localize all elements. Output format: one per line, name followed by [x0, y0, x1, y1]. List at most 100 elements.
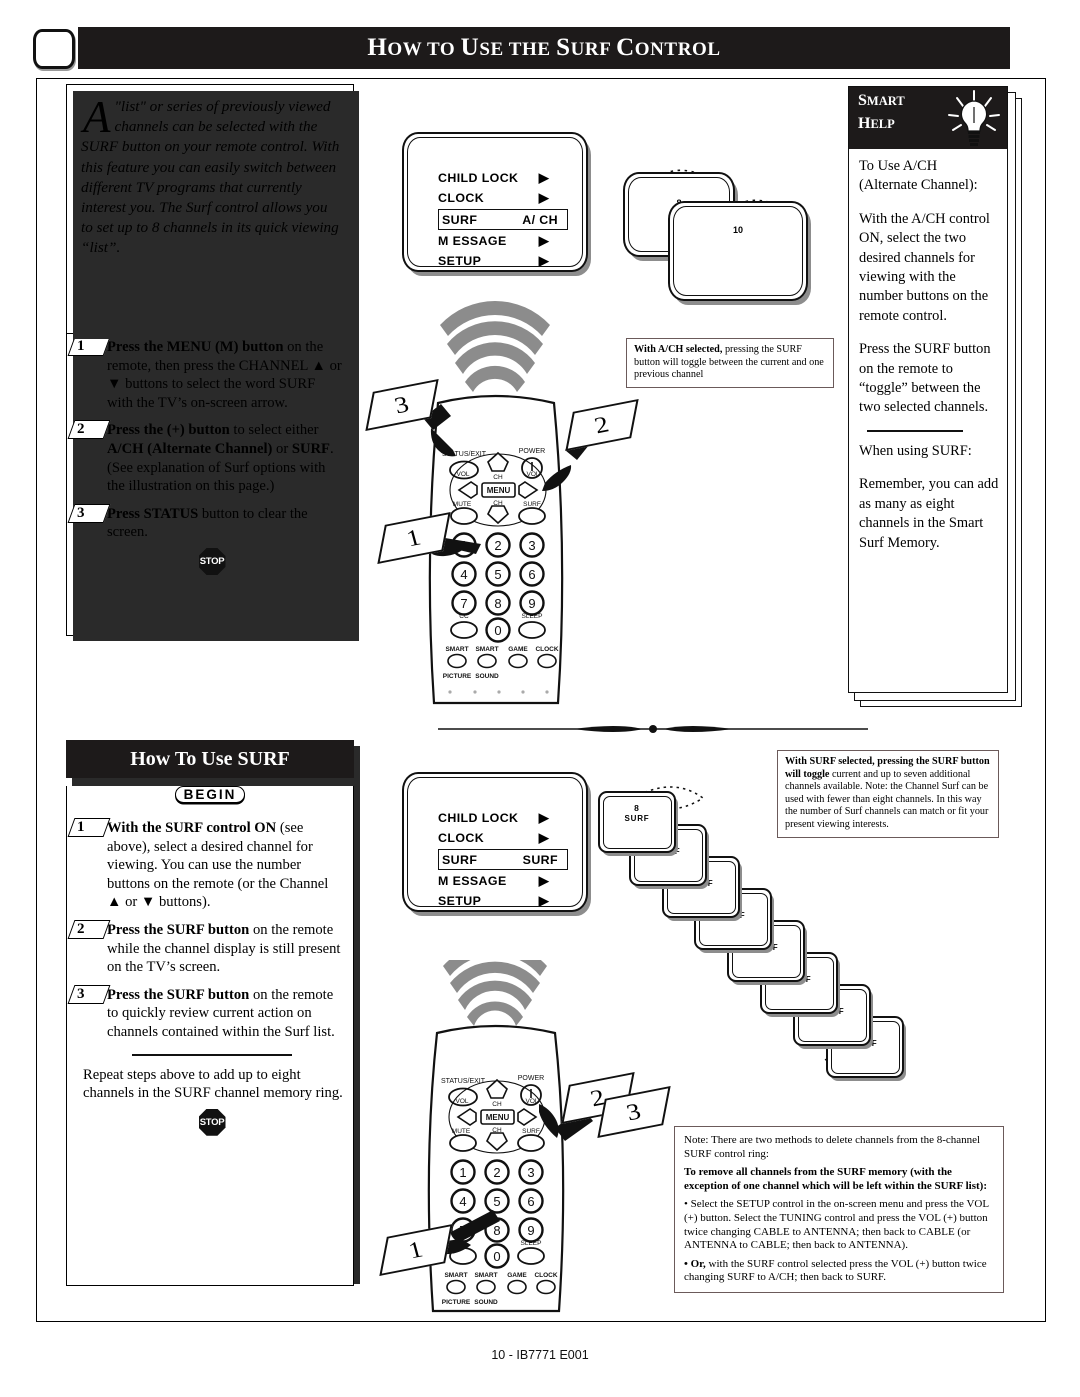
smart-help-para-2: With the A/CH control ON, select the two…	[859, 210, 990, 324]
step-item: 1 Press the MENU (M) button on the remot…	[67, 337, 343, 412]
menu-row[interactable]: CHILD LOCK ▶	[438, 168, 568, 188]
intro-text: A "list" or series of previously viewed c…	[67, 85, 353, 259]
note-delete-bullet-2: with the SURF control selected press the…	[684, 1257, 987, 1284]
ir-signal-waves	[443, 942, 547, 1026]
section2-heading: How To Use SURF	[66, 740, 354, 778]
step-item: 3 Press the SURF button on the remote to…	[67, 984, 343, 1042]
page-footer: 10 - IB7771 E001	[491, 1348, 589, 1362]
step-bold-text: Press the SURF button	[107, 921, 250, 938]
begin-marker-2: BEGIN	[67, 786, 353, 804]
svg-text:VOL: VOL	[526, 471, 539, 478]
step-text-2: or	[272, 440, 292, 457]
tv-menu-screen-top: CHILD LOCK ▶ CLOCK ▶ SURF A/ CH M ESSAGE…	[402, 132, 588, 272]
svg-text:SLEEP: SLEEP	[522, 613, 543, 620]
tv-menu-list-top: CHILD LOCK ▶ CLOCK ▶ SURF A/ CH M ESSAGE…	[438, 168, 568, 271]
svg-text:SMART: SMART	[444, 1272, 467, 1279]
menu-row-arrow-icon: ▶	[538, 873, 550, 888]
repeat-note: Repeat steps above to add up to eight ch…	[83, 1066, 343, 1102]
clock-button	[537, 653, 557, 669]
power-label: POWER	[519, 448, 545, 455]
svg-text:PICTURE: PICTURE	[442, 1299, 471, 1306]
svg-text:SOUND: SOUND	[475, 673, 499, 680]
step-number-badge: 3	[67, 984, 111, 1004]
svg-text:CH: CH	[493, 474, 503, 481]
svg-text:3: 3	[528, 538, 535, 553]
svg-text:POWER: POWER	[518, 1075, 544, 1082]
smart-picture-button	[446, 1279, 466, 1295]
sleep-button	[517, 1247, 545, 1265]
menu-row-label: CLOCK	[438, 831, 485, 845]
remote-illustration-top: STATUS/EXIT POWER CH CH VOL VOL MENU MUT…	[365, 300, 639, 710]
step-number-badge: 2	[67, 919, 111, 939]
menu-row-label: SETUP	[438, 254, 482, 268]
mute-button	[450, 507, 478, 525]
menu-row[interactable]: CLOCK ▶	[438, 188, 568, 208]
menu-row[interactable]: M ESSAGE ▶	[438, 231, 568, 251]
svg-text:SURF: SURF	[522, 1128, 540, 1135]
menu-row[interactable]: SETUP ▶	[438, 891, 568, 911]
note-ach: With A/CH selected, pressing the SURF bu…	[626, 338, 834, 388]
menu-row[interactable]: SETUP ▶	[438, 251, 568, 271]
remote-illustration-bottom: STATUS/EXIT POWER CH CH VOL VOL MENU MUT…	[379, 942, 671, 1315]
svg-text:0: 0	[493, 1249, 500, 1264]
clock-button	[536, 1279, 556, 1295]
smart-sound-button	[476, 1279, 496, 1295]
svg-text:CH: CH	[492, 1127, 502, 1134]
svg-text:GAME: GAME	[507, 1272, 527, 1279]
intro-dropcap: A	[83, 92, 111, 142]
tv-menu-screen-bottom: CHILD LOCK ▶ CLOCK ▶ SURF SURF M ESSAGE …	[402, 772, 588, 912]
smart-help-divider	[867, 429, 963, 432]
page-header-bar: HOW TO USE THE SURF CONTROL	[78, 27, 1010, 69]
surf-button	[518, 507, 546, 525]
note-ach-bold: With A/CH selected,	[634, 344, 723, 355]
section2-body: BEGIN 1 With the SURF control ON (see ab…	[66, 786, 354, 1286]
surf-button	[517, 1134, 545, 1152]
menu-row-label: SURF	[442, 212, 478, 227]
smart-help-title-smart: SMART	[858, 92, 905, 109]
stop-marker-2: STOP	[81, 1108, 343, 1136]
svg-text:3: 3	[527, 1165, 534, 1180]
menu-row-selected-surf[interactable]: SURF SURF	[438, 849, 568, 870]
menu-row-label: M ESSAGE	[438, 874, 507, 888]
svg-text:SLEEP: SLEEP	[521, 1240, 542, 1247]
smart-help-text: To Use A/CH (Alternate Channel): With th…	[849, 151, 1007, 692]
note-delete-intro: Note: There are two methods to delete ch…	[684, 1134, 981, 1160]
svg-text:2: 2	[494, 538, 501, 553]
menu-row-arrow-icon: ▶	[538, 810, 550, 825]
menu-row-value: SURF	[522, 852, 558, 867]
step-item: 2 Press the (+) button to select either …	[67, 420, 343, 495]
intro-panel: A "list" or series of previously viewed c…	[66, 84, 359, 339]
smart-picture-button	[447, 653, 467, 669]
steps-list-2: 1 With the SURF control ON (see above), …	[67, 808, 353, 1142]
svg-text:6: 6	[528, 567, 535, 582]
step-number-badge: 1	[67, 337, 111, 356]
menu-row-arrow-icon: ▶	[538, 830, 550, 845]
menu-row-selected-surf[interactable]: SURF A/ CH	[438, 209, 568, 230]
smart-help-title-help: HELP	[858, 115, 895, 132]
svg-text:CLOCK: CLOCK	[534, 1272, 557, 1279]
step-bold-text: Press STATUS	[107, 505, 199, 522]
smart-help-para-4: When using SURF:	[859, 442, 972, 459]
svg-text:VOL: VOL	[455, 1098, 468, 1105]
svg-text:MENU: MENU	[486, 1113, 510, 1122]
svg-text:SMART: SMART	[475, 646, 498, 653]
svg-text:8: 8	[493, 1223, 500, 1238]
step-text: to select either	[229, 422, 319, 439]
svg-text:4: 4	[459, 1194, 466, 1209]
svg-text:CC: CC	[459, 613, 469, 620]
step-item: 2 Press the SURF button on the remote wh…	[67, 919, 343, 977]
steps-list-1: 1 Press the MENU (M) button on the remot…	[67, 327, 353, 581]
note-delete-bullet-2-bold: • Or,	[684, 1257, 706, 1270]
menu-row[interactable]: CLOCK ▶	[438, 828, 568, 848]
menu-row-arrow-icon: ▶	[538, 190, 550, 205]
menu-row[interactable]: M ESSAGE ▶	[438, 871, 568, 891]
ach-screen-2: 10	[668, 201, 808, 301]
menu-row-label: SURF	[442, 852, 478, 867]
step-item: 1 With the SURF control ON (see above), …	[67, 818, 343, 912]
svg-text:CH: CH	[493, 500, 503, 507]
step-bold-text-3: SURF	[291, 440, 330, 457]
menu-row-label: CHILD LOCK	[438, 171, 519, 185]
menu-row[interactable]: CHILD LOCK ▶	[438, 808, 568, 828]
menu-row-arrow-icon: ▶	[538, 253, 550, 268]
smart-sound-button	[477, 653, 497, 669]
